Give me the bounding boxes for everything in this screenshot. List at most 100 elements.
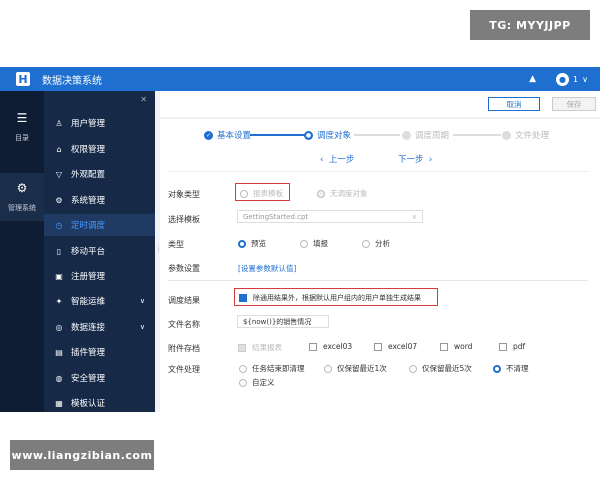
sidebar-item-label: 用户管理 (71, 119, 106, 129)
wizard-panel: ✓ 基本设置 ● 调度对象 调度周期 文件处理 ‹ 上一步 下一步 › 对象类型 报… (160, 119, 600, 412)
radio-no-object[interactable]: 无调度对象 (317, 188, 368, 199)
chevron-down-icon[interactable]: ∨ (582, 75, 588, 84)
sidebar-item-label: 外观配置 (71, 170, 106, 180)
radio-custom[interactable]: 自定义 (239, 377, 275, 388)
radio-keep-last-1[interactable]: 仅保留最近1次 (324, 363, 387, 374)
gear-icon: ⚙ (16, 181, 28, 195)
option-label: pdf (513, 342, 526, 351)
rail-item-label: 目录 (15, 134, 29, 142)
sidebar-item-appearance[interactable]: ▽ 外观配置 (44, 163, 155, 185)
set-params-link[interactable]: [设置参数默认值] (238, 263, 296, 274)
chevron-down-icon: ∨ (411, 212, 417, 221)
filename-label: 文件名称 (168, 320, 200, 329)
connection-icon: ◎ (55, 322, 63, 332)
main-content: 取消 保存 ✓ 基本设置 ● 调度对象 调度周期 文件处理 ‹ 上一步 下一步 › … (160, 91, 600, 412)
checkbox-result-report[interactable]: 结果报表 (238, 342, 282, 353)
save-button[interactable]: 保存 (552, 97, 596, 111)
sidebar-item-register[interactable]: ▣ 注册管理 (44, 265, 155, 287)
radio-clean-on-finish[interactable]: 任务结束即清理 (239, 363, 305, 374)
watermark-top-right: TG: MYYJJPP (470, 10, 590, 40)
checkbox-icon (499, 343, 507, 351)
rail-item-label: 管理系统 (8, 204, 36, 212)
rail-item-management[interactable]: ⚙ 管理系统 (0, 173, 44, 221)
option-label: 除通用结果外，根据默认用户组内的用户单独生成结果 (253, 294, 421, 302)
option-label: 无调度对象 (330, 189, 368, 198)
radio-icon (362, 240, 370, 248)
checkbox-excel03[interactable]: excel03 (309, 342, 352, 351)
clock-icon: ◷ (55, 220, 63, 230)
attachment-label: 附件存档 (168, 344, 200, 353)
radio-report-template[interactable]: 报表模板 (240, 188, 283, 199)
checkbox-pdf[interactable]: pdf (499, 342, 525, 351)
step-connector (354, 134, 400, 136)
cancel-button[interactable]: 取消 (488, 97, 540, 111)
pin-icon[interactable]: ✕ (140, 95, 147, 104)
option-label: 分析 (375, 239, 390, 248)
file-handling-label: 文件处理 (168, 365, 200, 374)
chevron-left-icon: ‹ (320, 155, 324, 165)
checkbox-excel07[interactable]: excel07 (374, 342, 417, 351)
step-schedule-object[interactable]: ● 调度对象 (304, 129, 351, 141)
step-dot (402, 130, 411, 140)
next-step-label: 下一步 (398, 155, 424, 165)
radio-icon (239, 379, 247, 387)
radio-icon (317, 190, 325, 198)
sidebar-item-permissions[interactable]: ⌂ 权限管理 (44, 138, 155, 160)
sidebar-item-mobile[interactable]: ▯ 移动平台 (44, 240, 155, 262)
mobile-icon: ▯ (56, 246, 62, 256)
step-label: 基本设置 (217, 131, 252, 141)
next-step-link[interactable]: 下一步 › (398, 153, 432, 165)
sidebar-item-template-auth[interactable]: ▦ 模板认证 (44, 392, 155, 414)
filename-input[interactable]: ${now()}的销售情况 (237, 315, 329, 328)
app-title: 数据决策系统 (42, 75, 102, 87)
radio-fill[interactable]: 填报 (300, 238, 328, 249)
radio-icon (240, 190, 248, 198)
radio-icon (409, 365, 417, 373)
sidebar-item-security[interactable]: ◍ 安全管理 (44, 367, 155, 389)
option-label: 报表模板 (253, 189, 283, 198)
radio-no-cleanup[interactable]: 不清理 (493, 363, 529, 374)
lock-icon: ⌂ (56, 144, 62, 154)
chevron-down-icon: ∨ (139, 323, 145, 331)
radio-analysis[interactable]: 分析 (362, 238, 390, 249)
ops-icon: ✦ (55, 296, 63, 306)
step-basic-settings[interactable]: ✓ 基本设置 (204, 129, 251, 141)
step-file-handling[interactable]: 文件处理 (502, 129, 549, 141)
sidebar-item-ops[interactable]: ✦ 智能运维 ∨ (44, 290, 155, 312)
option-label: 不清理 (506, 364, 529, 373)
template-select[interactable]: GettingStarted.cpt ∨ (237, 210, 423, 223)
option-label: word (454, 342, 473, 351)
result-checkbox[interactable]: 除通用结果外，根据默认用户组内的用户单独生成结果 (239, 293, 421, 303)
radio-keep-last-5[interactable]: 仅保留最近5次 (409, 363, 472, 374)
radio-icon (493, 365, 501, 373)
checkbox-icon (309, 343, 317, 351)
avatar[interactable]: ● (556, 72, 570, 86)
result-label: 调度结果 (168, 296, 200, 305)
step-schedule-period[interactable]: 调度周期 (402, 129, 449, 141)
watermark-bottom-left: www.liangzibian.com (10, 440, 154, 470)
app-logo[interactable]: H (16, 72, 30, 86)
bell-icon[interactable]: ▲ (529, 74, 536, 84)
checkbox-word[interactable]: word (440, 342, 472, 351)
rail-item-catalog[interactable]: ☰ 目录 (0, 111, 44, 151)
option-label: excel07 (388, 342, 418, 351)
checkbox-icon (440, 343, 448, 351)
sidebar-item-label: 定时调度 (71, 221, 106, 231)
step-label: 调度对象 (317, 131, 352, 141)
sidebar-item-connections[interactable]: ◎ 数据连接 ∨ (44, 316, 155, 338)
sidebar-item-system[interactable]: ⚙ 系统管理 (44, 189, 155, 211)
sidebar-item-scheduling[interactable]: ◷ 定时调度 (44, 214, 155, 236)
sidebar-item-label: 移动平台 (71, 247, 106, 257)
radio-icon (300, 240, 308, 248)
prev-step-link[interactable]: ‹ 上一步 (320, 153, 354, 165)
sidebar-item-users[interactable]: ♙ 用户管理 (44, 112, 155, 134)
step-label: 文件处理 (515, 131, 550, 141)
step-dot (502, 130, 511, 140)
sidebar-item-plugins[interactable]: ▤ 插件管理 (44, 341, 155, 363)
radio-preview[interactable]: 预览 (238, 238, 266, 249)
sidebar-item-label: 插件管理 (71, 348, 106, 358)
sidebar-item-label: 数据连接 (71, 323, 106, 333)
template-value: GettingStarted.cpt (243, 212, 309, 221)
user-name[interactable]: 1 (573, 75, 578, 84)
plugin-icon: ▤ (55, 347, 63, 357)
